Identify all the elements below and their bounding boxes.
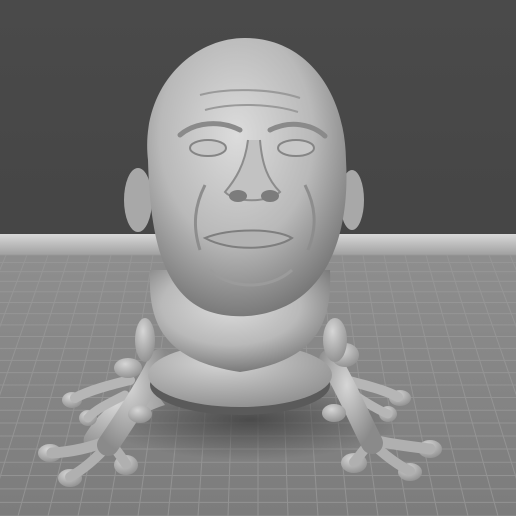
- scene-canvas: [0, 38, 516, 516]
- left-ear: [124, 168, 152, 232]
- 3d-viewport[interactable]: [0, 0, 516, 516]
